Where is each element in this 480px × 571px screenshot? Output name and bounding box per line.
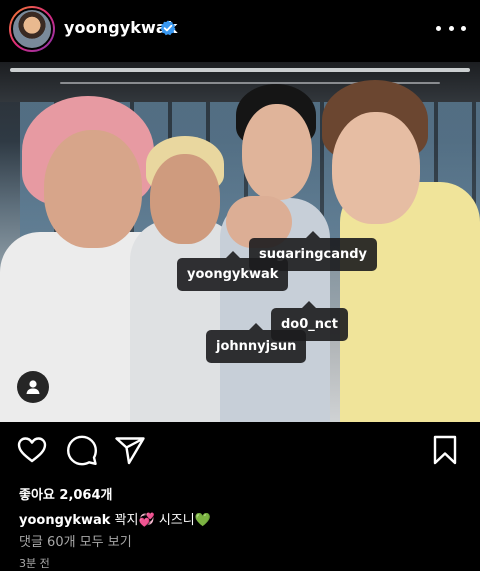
heart-icon[interactable] [14,432,50,468]
avatar-image [11,8,53,50]
verified-badge-icon [160,20,176,36]
comment-icon[interactable] [64,432,100,468]
more-options-icon[interactable] [436,18,466,38]
user-silhouette-icon [26,380,40,394]
caption-emoji: 💚 [194,513,211,528]
post-actions [0,432,480,472]
caption-username[interactable]: yoongykwak [19,513,110,528]
photo-tag-label: yoongykwak [187,267,279,282]
caption-text: 꽉지 [110,513,139,528]
photo-tag[interactable]: johnnyjsun [206,323,307,363]
photo-tag[interactable]: yoongykwak [177,251,289,291]
photo-tag-label: johnnyjsun [216,339,297,354]
avatar[interactable] [9,6,55,52]
caption: yoongykwak 꽉지💞 시즈니💚 [19,509,211,528]
send-icon[interactable] [112,432,148,468]
caption-emoji: 💞 [138,513,155,528]
caption-text: 시즈니 [154,513,195,528]
post-photo[interactable]: sugaringcandy yoongykwak do0_nct johnnyj… [0,62,480,422]
user-tag-icon[interactable] [17,371,49,403]
likes-count[interactable]: 좋아요 2,064개 [19,484,113,503]
bookmark-icon[interactable] [427,432,463,468]
post-header: yoongykwak [0,0,480,58]
view-all-comments-link[interactable]: 댓글 60개 모두 보기 [19,531,132,550]
post-timestamp: 3분 전 [19,557,50,570]
ceiling-light [10,68,470,72]
